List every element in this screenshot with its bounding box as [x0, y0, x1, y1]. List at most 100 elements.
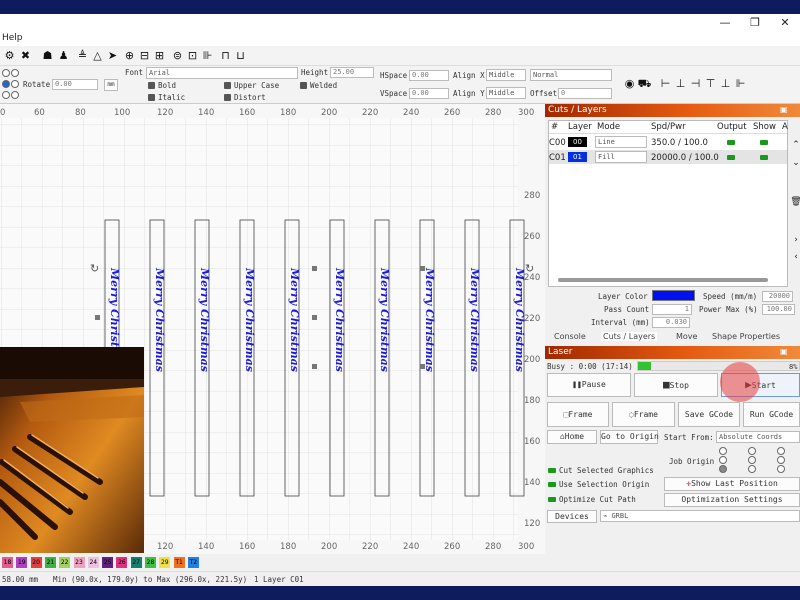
expand-icon[interactable]: › — [790, 233, 800, 247]
tag-text[interactable]: Merry Christmas — [420, 268, 436, 372]
palette-swatch[interactable]: 28 — [145, 557, 156, 568]
align-center-icon[interactable]: ⊥ — [673, 76, 688, 91]
preview-icon[interactable]: ◉ — [622, 76, 637, 91]
tag-text[interactable]: Merry Christmas — [195, 268, 211, 372]
unit-toggle-button[interactable]: mm — [104, 79, 118, 91]
selection-handle[interactable] — [312, 266, 317, 271]
align-x-select[interactable]: Middle — [486, 69, 526, 81]
pause-button[interactable]: ❚❚Pause — [547, 373, 631, 397]
palette-swatch[interactable]: 20 — [30, 557, 42, 568]
save-gcode-button[interactable]: Save GCode — [678, 402, 740, 427]
user-icon[interactable]: ♟ — [56, 48, 71, 63]
mode-select[interactable]: Fill — [595, 151, 647, 163]
go-to-origin-button[interactable]: Go to Origin — [600, 430, 659, 444]
palette-swatch[interactable]: 21 — [44, 557, 56, 568]
palette-swatch[interactable]: T1 — [173, 557, 185, 568]
float-panel-icon[interactable]: ▣ — [780, 347, 788, 356]
float-panel-icon[interactable]: ▣ — [780, 105, 788, 114]
job-origin-radio[interactable] — [748, 447, 756, 455]
dock-icon[interactable]: ⊓ — [218, 48, 233, 63]
vspace-input[interactable]: 0.00 — [409, 88, 449, 99]
spd-pwr-value[interactable]: 20000.0 / 100.0 — [651, 153, 719, 163]
users-icon[interactable]: ☗ — [40, 48, 55, 63]
device-select[interactable]: ⌁ GRBL — [600, 510, 800, 522]
frame-rect-button[interactable]: ⬚Frame — [547, 402, 609, 427]
bold-checkbox[interactable] — [148, 82, 155, 89]
distort-checkbox[interactable] — [224, 94, 231, 101]
palette-swatch[interactable]: 29 — [159, 557, 171, 568]
close-icon[interactable]: ✕ — [770, 16, 800, 30]
rotate-handle-icon[interactable]: ↻ — [90, 262, 102, 275]
machine-icon[interactable]: ⛟ — [637, 76, 652, 91]
anchor-radio[interactable] — [11, 91, 19, 99]
palette-swatch[interactable]: T2 — [187, 557, 199, 568]
optimize-cut-path-toggle[interactable] — [548, 497, 556, 502]
optimization-settings-button[interactable]: Optimization Settings — [664, 493, 800, 507]
minimize-icon[interactable]: — — [710, 16, 740, 30]
show-last-position-button[interactable]: ✛Show Last Position — [664, 477, 800, 491]
job-origin-radio[interactable] — [777, 456, 785, 464]
anchor-radio[interactable] — [11, 80, 19, 88]
pass-count-input[interactable]: 1 — [652, 304, 692, 315]
italic-checkbox[interactable] — [148, 94, 155, 101]
palette-swatch[interactable]: 18 — [2, 557, 13, 568]
layer-color-badge[interactable]: 01 — [568, 152, 587, 162]
palette-swatch[interactable]: 23 — [73, 557, 85, 568]
output-toggle[interactable] — [727, 155, 735, 160]
tag-text[interactable]: Merry Christmas — [375, 268, 391, 372]
job-origin-radio[interactable] — [719, 456, 727, 464]
anchor-radio[interactable] — [2, 80, 10, 88]
tag-text[interactable]: Merry Christmas — [240, 268, 256, 372]
job-origin-radio[interactable] — [719, 465, 727, 473]
delete-icon[interactable]: 🗑 — [790, 195, 800, 209]
palette-swatch[interactable]: 24 — [87, 557, 99, 568]
anchor-radio[interactable] — [2, 69, 10, 77]
anchor-radio[interactable] — [2, 91, 10, 99]
power-max-input[interactable]: 100.00 — [762, 304, 795, 315]
upper-case-checkbox[interactable] — [224, 82, 231, 89]
palette-swatch[interactable]: 25 — [102, 557, 114, 568]
job-origin-radio[interactable] — [748, 465, 756, 473]
offset-input[interactable]: 0 — [558, 88, 612, 99]
tag-text[interactable]: Merry Christmas — [285, 268, 301, 372]
arrange-icon[interactable]: ⊪ — [200, 48, 215, 63]
align-middle-icon[interactable]: ⊩ — [733, 76, 748, 91]
job-origin-radio[interactable] — [748, 456, 756, 464]
devices-button[interactable]: Devices — [547, 510, 597, 523]
tab-move[interactable]: Move — [676, 332, 697, 341]
height-input[interactable]: 25.00 — [330, 67, 374, 78]
speed-input[interactable]: 20000 — [762, 291, 793, 302]
tag-text[interactable]: Merry Christmas — [510, 268, 526, 372]
selection-handle[interactable] — [312, 364, 317, 369]
tag-text[interactable]: Merry Christmas — [330, 268, 346, 372]
split-icon[interactable]: ⊔ — [233, 48, 248, 63]
ungroup-icon[interactable]: ⊞ — [152, 48, 167, 63]
show-toggle[interactable] — [760, 155, 768, 160]
selection-handle[interactable] — [312, 315, 317, 320]
frame-circle-button[interactable]: ◌Frame — [612, 402, 675, 427]
target-icon[interactable]: ⊕ — [122, 48, 137, 63]
align-left-icon[interactable]: ⊢ — [658, 76, 673, 91]
welded-checkbox[interactable] — [300, 82, 307, 89]
maximize-icon[interactable]: ❐ — [740, 16, 770, 30]
show-toggle[interactable] — [760, 140, 768, 145]
move-up-icon[interactable]: ⌃ — [790, 138, 800, 152]
spacing-icon[interactable]: ⊡ — [185, 48, 200, 63]
collapse-icon[interactable]: ‹ — [790, 250, 800, 264]
stop-button[interactable]: ■Stop — [634, 373, 718, 397]
palette-swatch[interactable]: 26 — [116, 557, 128, 568]
palette-swatch[interactable]: 27 — [130, 557, 142, 568]
home-button[interactable]: ⌂Home — [547, 430, 597, 444]
spd-pwr-value[interactable]: 350.0 / 100.0 — [651, 138, 708, 148]
palette-swatch[interactable]: 19 — [16, 557, 28, 568]
tab-shape-properties[interactable]: Shape Properties — [712, 332, 780, 341]
align-y-select[interactable]: Middle — [486, 87, 526, 99]
selection-handle[interactable] — [420, 266, 425, 271]
selection-handle[interactable] — [95, 315, 100, 320]
palette-swatch[interactable]: 22 — [59, 557, 71, 568]
tag-text[interactable]: Merry Christmas — [465, 268, 481, 372]
start-from-select[interactable]: Absolute Coords — [716, 431, 800, 443]
run-gcode-button[interactable]: Run GCode — [743, 402, 800, 427]
tab-cuts-layers[interactable]: Cuts / Layers — [601, 332, 658, 341]
align-bottom-icon[interactable]: ⊥ — [718, 76, 733, 91]
